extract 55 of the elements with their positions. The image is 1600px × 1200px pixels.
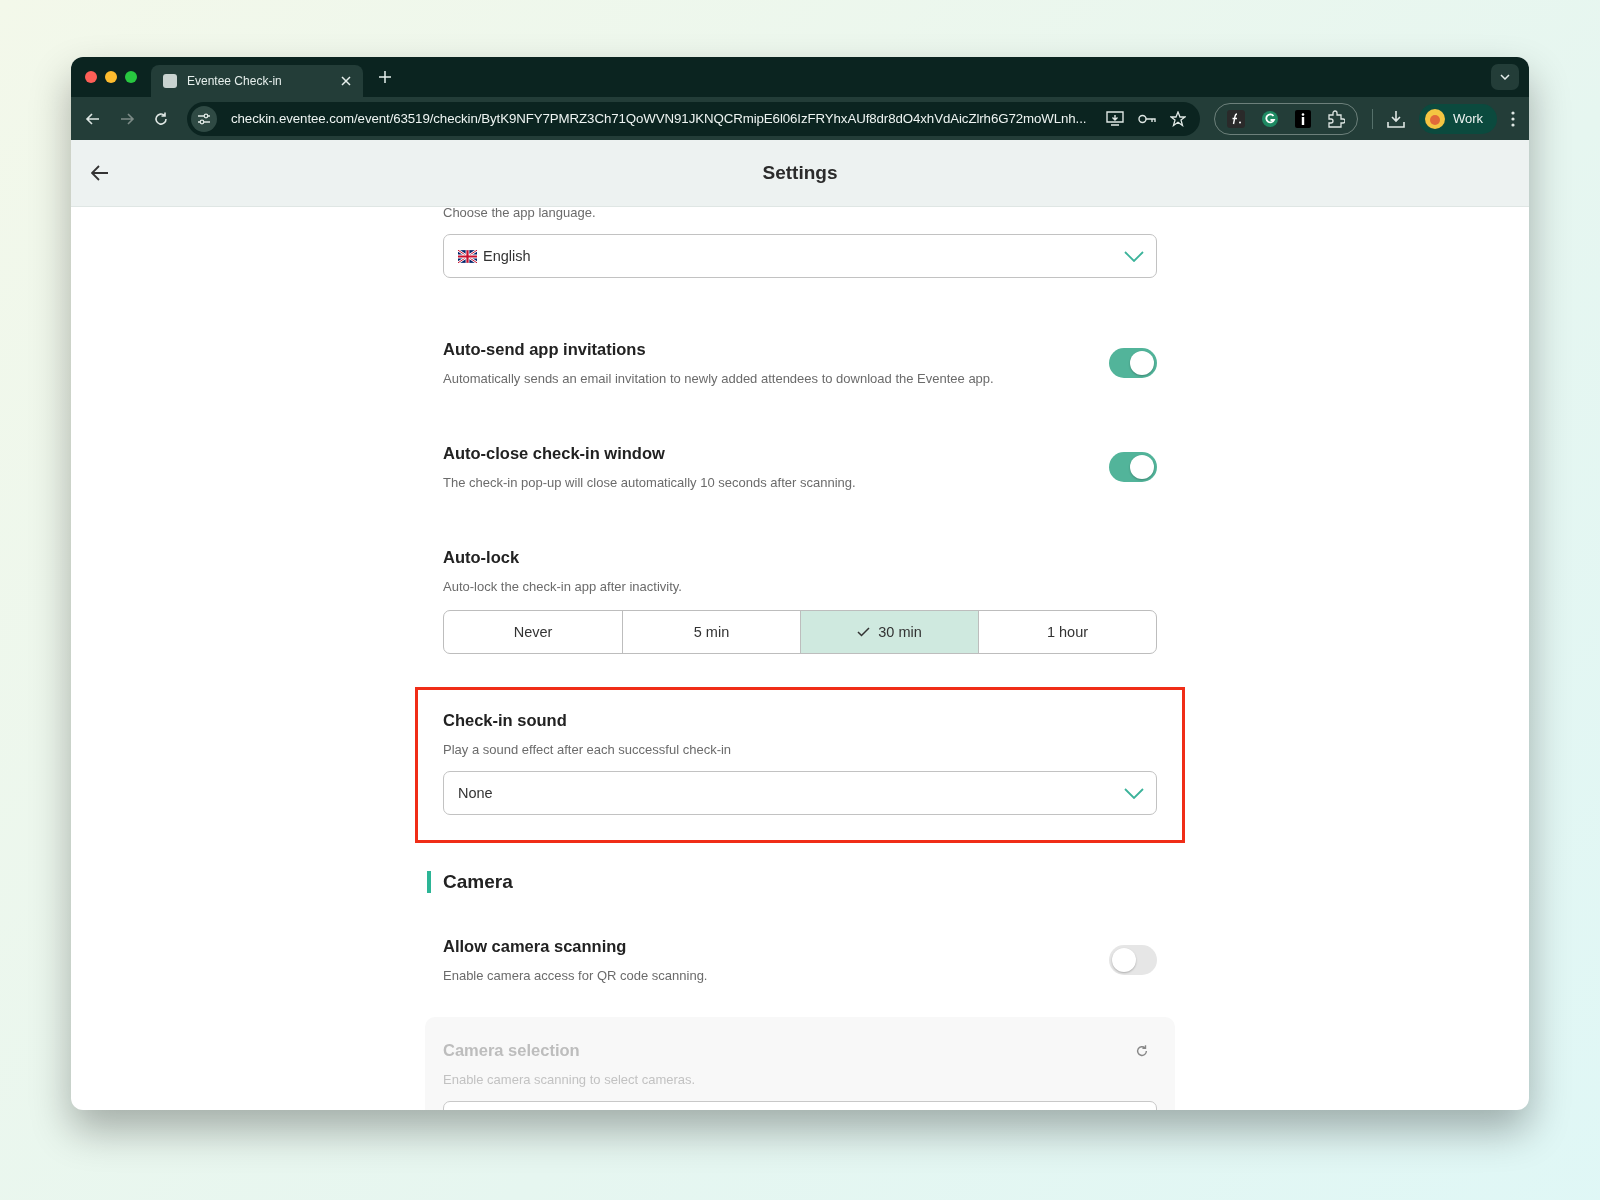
chevron-down-icon (1500, 74, 1510, 80)
page-title: Settings (762, 162, 838, 184)
chevron-down-icon (1124, 250, 1144, 262)
setting-title: Camera selection (443, 1041, 580, 1060)
formula-extension-icon[interactable] (1226, 109, 1245, 128)
setting-title: Auto-send app invitations (443, 340, 647, 359)
info-extension-icon[interactable] (1294, 109, 1311, 128)
setting-description: Auto-lock the check-in app after inactivity. (443, 579, 683, 594)
setting-description: Enable camera access for QR code scanning. (443, 968, 708, 983)
segment-option[interactable]: 1 hour (978, 611, 1156, 653)
extensions-puzzle-icon[interactable] (1326, 109, 1345, 128)
grammar-extension-icon[interactable] (1260, 109, 1279, 128)
setting-description: Play a sound effect after each successful check-in (443, 742, 733, 757)
setting-title: Auto-close check-in window (443, 444, 666, 463)
address-bar[interactable]: checkin.eventee.com/event/63519/checkin/BytK9NFY7PMRZ3Ch71QoWVN91JKNQCRmipE6l06IzFRYhxAUf8dr8dO4xhVdAicZlrh6G72moWLnh... (187, 101, 1200, 136)
chevron-down-icon (1124, 787, 1144, 799)
toggle-switch[interactable] (1109, 348, 1157, 378)
tab-title: Eventee Check-in (187, 74, 283, 88)
section-accent-bar (427, 871, 431, 893)
new-tab-icon[interactable] (379, 71, 391, 83)
more-menu-icon[interactable] (1511, 110, 1515, 127)
maximize-window-icon[interactable] (125, 71, 137, 83)
minimize-window-icon[interactable] (105, 71, 117, 83)
key-icon[interactable] (1137, 113, 1156, 124)
toggle-switch[interactable] (1109, 945, 1157, 975)
setting-title: Auto-lock (443, 548, 521, 567)
close-window-icon[interactable] (85, 71, 97, 83)
avatar-icon (1424, 108, 1445, 129)
back-icon[interactable] (85, 110, 101, 127)
section-title: Camera (443, 871, 513, 893)
star-icon[interactable] (1169, 110, 1186, 127)
tab-search-button[interactable] (1491, 64, 1519, 90)
forward-icon[interactable] (119, 110, 135, 127)
close-tab-icon[interactable] (341, 76, 351, 86)
setting-description: Automatically sends an email invitation to newly added attendees to download the Eventee app. (443, 371, 994, 386)
setting-description: The check-in pop-up will close automatically 10 seconds after scanning. (443, 475, 856, 490)
site-settings-icon[interactable] (191, 105, 217, 132)
segment-option[interactable]: 30 min (800, 611, 978, 653)
segment-option[interactable]: Never (444, 611, 622, 653)
setting-description: Choose the app language. (443, 207, 597, 220)
browser-tab[interactable]: Eventee Check-in (151, 65, 363, 97)
install-app-icon[interactable] (1105, 110, 1124, 127)
profile-button[interactable]: Work (1418, 103, 1497, 134)
url-text: checkin.eventee.com/event/63519/checkin/BytK9NFY7PMRZ3Ch71QoWVN91JKNQCRmipE6l06IzFRYhxAUf8dr8dO4xhVdAicZlrh6G72moWLnh... (231, 111, 1088, 126)
download-icon[interactable] (1386, 109, 1405, 128)
flag-icon (458, 249, 477, 263)
dropdown[interactable]: None (443, 771, 1157, 815)
back-arrow-icon[interactable] (91, 165, 109, 181)
toggle-switch[interactable] (1109, 452, 1157, 482)
setting-title: Check-in sound (443, 711, 568, 730)
setting-title: Allow camera scanning (443, 937, 628, 956)
check-icon (857, 627, 871, 637)
favicon-icon (163, 74, 177, 88)
dropdown[interactable]: English (443, 234, 1157, 278)
reload-icon[interactable] (153, 110, 169, 127)
